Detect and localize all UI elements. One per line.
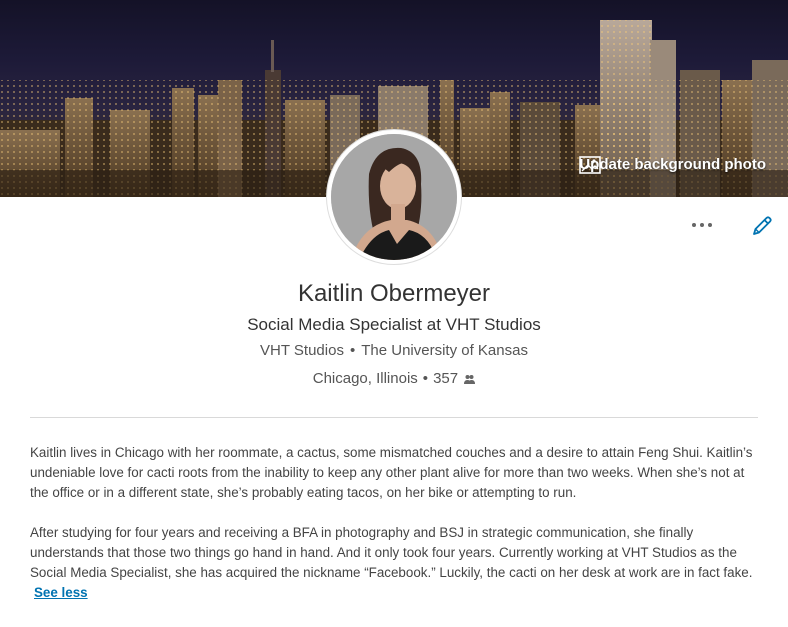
update-background-photo-label: Update background photo	[579, 156, 766, 173]
update-background-photo-button[interactable]: Update background photo	[579, 156, 766, 174]
profile-name: Kaitlin Obermeyer	[297, 280, 491, 307]
more-horizontal-icon	[692, 223, 696, 227]
school-link[interactable]: The University of Kansas	[361, 342, 528, 359]
profile-summary: Kaitlin lives in Chicago with her roomma…	[30, 443, 765, 603]
profile-location-row: Chicago, Illinois • 357	[0, 370, 788, 387]
profile-photo[interactable]	[327, 130, 461, 264]
summary-paragraph: Kaitlin lives in Chicago with her roomma…	[30, 445, 753, 500]
pencil-icon[interactable]	[750, 214, 774, 238]
company-link[interactable]: VHT Studios	[260, 342, 344, 359]
separator-dot: •	[422, 370, 429, 387]
profile-affiliations: VHT Studios • The University of Kansas	[0, 342, 788, 359]
connections-count[interactable]: 357	[433, 370, 458, 387]
profile-headline: Social Media Specialist at VHT Studios	[247, 315, 541, 334]
summary-paragraph-text: After studying for four years and receiv…	[30, 525, 753, 580]
more-actions-button[interactable]	[686, 214, 718, 236]
avatar-image	[331, 134, 457, 260]
summary-paragraph: After studying for four years and receiv…	[30, 523, 765, 603]
separator-dot: •	[349, 342, 356, 359]
profile-location: Chicago, Illinois	[312, 370, 418, 387]
people-icon	[464, 375, 476, 385]
section-divider	[30, 417, 758, 418]
image-icon	[579, 156, 602, 174]
see-less-link[interactable]: See less	[34, 585, 88, 600]
